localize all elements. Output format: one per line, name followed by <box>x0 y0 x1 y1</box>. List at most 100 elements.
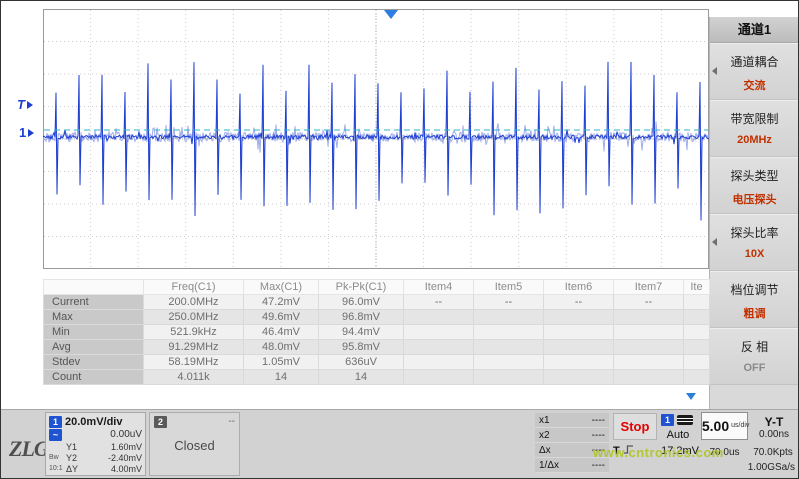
column-header: Item7 <box>614 280 684 295</box>
trigger-marker-label: T <box>17 97 25 112</box>
trigger-level-marker[interactable]: T <box>17 97 33 112</box>
row-label: Current <box>44 295 144 310</box>
run-state-indicator[interactable]: Stop <box>613 413 657 440</box>
channel1-badge[interactable]: 1 <box>49 416 62 428</box>
cursor-y2-value: -2.40mV <box>108 453 142 463</box>
display-mode: Y-T <box>751 415 797 429</box>
table-cell: 58.19MHz <box>144 355 244 370</box>
sidebar-item-bandwidth-limit[interactable]: 带宽限制 20MHz <box>710 100 799 157</box>
probe-ratio-indicator: 10:1 <box>49 465 66 472</box>
horizontal-offset: 0.00ns <box>751 429 797 440</box>
waveform-display <box>43 9 709 269</box>
waveform-canvas <box>43 9 709 269</box>
column-header <box>44 280 144 295</box>
cursor-label: x1 <box>539 413 550 427</box>
table-cell <box>404 370 474 385</box>
table-cell <box>544 370 614 385</box>
menu-item-label: 反 相 <box>710 328 799 355</box>
row-label: Count <box>44 370 144 385</box>
menu-item-label: 档位调节 <box>710 271 799 298</box>
channel2-badge[interactable]: 2 <box>154 416 167 428</box>
table-cell <box>614 325 684 340</box>
submenu-arrow-icon <box>712 238 717 246</box>
table-cell: 96.8mV <box>319 310 404 325</box>
row-label: Min <box>44 325 144 340</box>
menu-item-value: 10X <box>710 248 799 260</box>
bandwidth-limit-indicator: Bw <box>49 454 66 461</box>
sidebar-item-coupling[interactable]: 通道耦合 交流 <box>710 43 799 100</box>
right-arrow-icon <box>28 129 34 137</box>
table-scroll-down-icon[interactable] <box>686 393 696 400</box>
table-cell: 250.0MHz <box>144 310 244 325</box>
channel2-status: Closed <box>154 438 235 453</box>
sidebar-item-invert[interactable]: 反 相 OFF <box>710 328 799 385</box>
table-header-row: Freq(C1) Max(C1) Pk-Pk(C1) Item4 Item5 I… <box>44 280 710 295</box>
table-cell: 47.2mV <box>244 295 319 310</box>
cursor-value: ---- <box>592 443 605 457</box>
channel1-scale: 20.0mV/div <box>65 416 122 428</box>
column-header: Item6 <box>544 280 614 295</box>
trigger-source-badge[interactable]: 1 <box>661 414 674 426</box>
table-cell <box>684 355 710 370</box>
column-header: Freq(C1) <box>144 280 244 295</box>
table-cell <box>544 310 614 325</box>
table-cell: 46.4mV <box>244 325 319 340</box>
table-cell: 636uV <box>319 355 404 370</box>
cursor-label: Δx <box>539 443 551 457</box>
cursor-row-dx: Δx ---- <box>535 443 609 458</box>
table-row: Current 200.0MHz 47.2mV 96.0mV -- -- -- … <box>44 295 710 310</box>
menu-item-value: 20MHz <box>710 134 799 146</box>
timebase-scale-box[interactable]: 5.00 us/div <box>701 412 748 440</box>
brand-logo-text: ZLG <box>9 436 49 461</box>
table-cell <box>404 310 474 325</box>
table-cell: -- <box>614 295 684 310</box>
channel1-ground-marker[interactable]: 1 <box>19 125 34 140</box>
column-header: Pk-Pk(C1) <box>319 280 404 295</box>
table-cell: 1.05mV <box>244 355 319 370</box>
menu-item-value: OFF <box>710 362 799 374</box>
column-header: Item4 <box>404 280 474 295</box>
edge-slope-icon <box>623 444 634 458</box>
table-row: Min 521.9kHz 46.4mV 94.4mV <box>44 325 710 340</box>
timebase-scale-unit: us/div <box>731 422 747 430</box>
row-label: Stdev <box>44 355 144 370</box>
table-cell <box>404 325 474 340</box>
cursor-y2-label: Y2 <box>66 453 81 463</box>
table-cell <box>684 325 710 340</box>
cursor-dy-value: 4.00mV <box>111 464 142 474</box>
table-cell: 200.0MHz <box>144 295 244 310</box>
trigger-level-readout: T 17.2mV <box>613 444 699 458</box>
table-cell: -- <box>544 295 614 310</box>
sidebar-item-probe-ratio[interactable]: 探头比率 10X <box>710 214 799 271</box>
table-cell: 94.4mV <box>319 325 404 340</box>
cursor-label: x2 <box>539 428 550 442</box>
table-cell <box>544 340 614 355</box>
cursor-row-x1: x1 ---- <box>535 413 609 428</box>
table-cell <box>614 370 684 385</box>
table-cell: 48.0mV <box>244 340 319 355</box>
cursor-value: ---- <box>592 458 605 472</box>
submenu-arrow-icon <box>712 67 717 75</box>
menu-item-label: 带宽限制 <box>710 100 799 127</box>
table-row: Stdev 58.19MHz 1.05mV 636uV <box>44 355 710 370</box>
trigger-source[interactable]: 1 <box>661 414 693 426</box>
channel2-info-panel[interactable]: 2 -- Closed <box>149 412 240 476</box>
trigger-coupling-icon <box>677 415 693 425</box>
trigger-sweep-mode[interactable]: Auto <box>659 429 697 441</box>
channel-menu-sidebar: 通道1 通道耦合 交流 带宽限制 20MHz 探头类型 电压探头 探头比率 10… <box>709 17 799 409</box>
cursor-value: ---- <box>592 428 605 442</box>
table-cell <box>614 340 684 355</box>
sidebar-item-gear-adjust[interactable]: 档位调节 粗调 <box>710 271 799 328</box>
cursor-label: 1/Δx <box>539 458 559 472</box>
channel1-info-panel[interactable]: 1 20.0mV/div ~ 0.00uV Y1 1.60mV Bw Y2 -2… <box>45 412 146 476</box>
sidebar-item-probe-type[interactable]: 探头类型 电压探头 <box>710 157 799 214</box>
cursor-y1-label: Y1 <box>66 442 81 452</box>
cursor-y1-value: 1.60mV <box>111 442 142 452</box>
status-bar: ZLG® 1 20.0mV/div ~ 0.00uV Y1 1.60mV Bw … <box>1 409 798 478</box>
column-header: Max(C1) <box>244 280 319 295</box>
table-cell <box>474 340 544 355</box>
column-header: Ite <box>684 280 710 295</box>
cursor-dy-label: ΔY <box>66 464 81 474</box>
table-cell: 521.9kHz <box>144 325 244 340</box>
trigger-t-label: T <box>613 445 620 457</box>
